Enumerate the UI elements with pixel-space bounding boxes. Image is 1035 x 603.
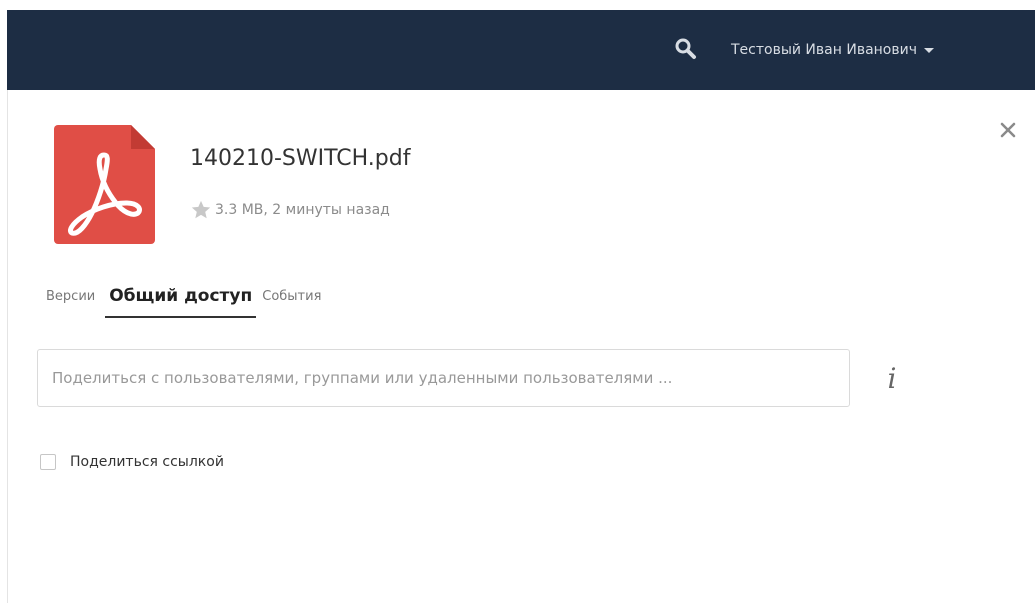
file-size-and-time: 3.3 MB, 2 минуты назад xyxy=(215,202,390,218)
share-with-input[interactable] xyxy=(37,349,850,407)
close-icon[interactable] xyxy=(996,118,1020,142)
tab-sharing[interactable]: Общий доступ xyxy=(105,286,257,318)
tab-activity[interactable]: События xyxy=(258,289,325,318)
tabs: Версии Общий доступ События xyxy=(46,278,325,318)
search-icon[interactable] xyxy=(673,36,699,62)
share-link-label[interactable]: Поделиться ссылкой xyxy=(70,454,224,470)
user-name: Тестовый Иван Иванович xyxy=(731,42,917,58)
share-link-row[interactable]: Поделиться ссылкой xyxy=(40,450,224,474)
file-meta: 3.3 MB, 2 минуты назад xyxy=(190,198,390,222)
file-name: 140210-SWITCH.pdf xyxy=(190,146,411,171)
top-header-bar: Тестовый Иван Иванович xyxy=(7,10,1035,90)
share-link-checkbox[interactable] xyxy=(40,454,56,470)
user-menu[interactable]: Тестовый Иван Иванович xyxy=(731,38,934,62)
tab-versions[interactable]: Версии xyxy=(46,289,99,318)
sidebar-border xyxy=(7,90,8,603)
pdf-file-icon xyxy=(54,125,155,244)
star-icon[interactable] xyxy=(190,199,212,221)
caret-down-icon xyxy=(924,47,934,53)
info-icon[interactable]: i xyxy=(880,362,904,396)
